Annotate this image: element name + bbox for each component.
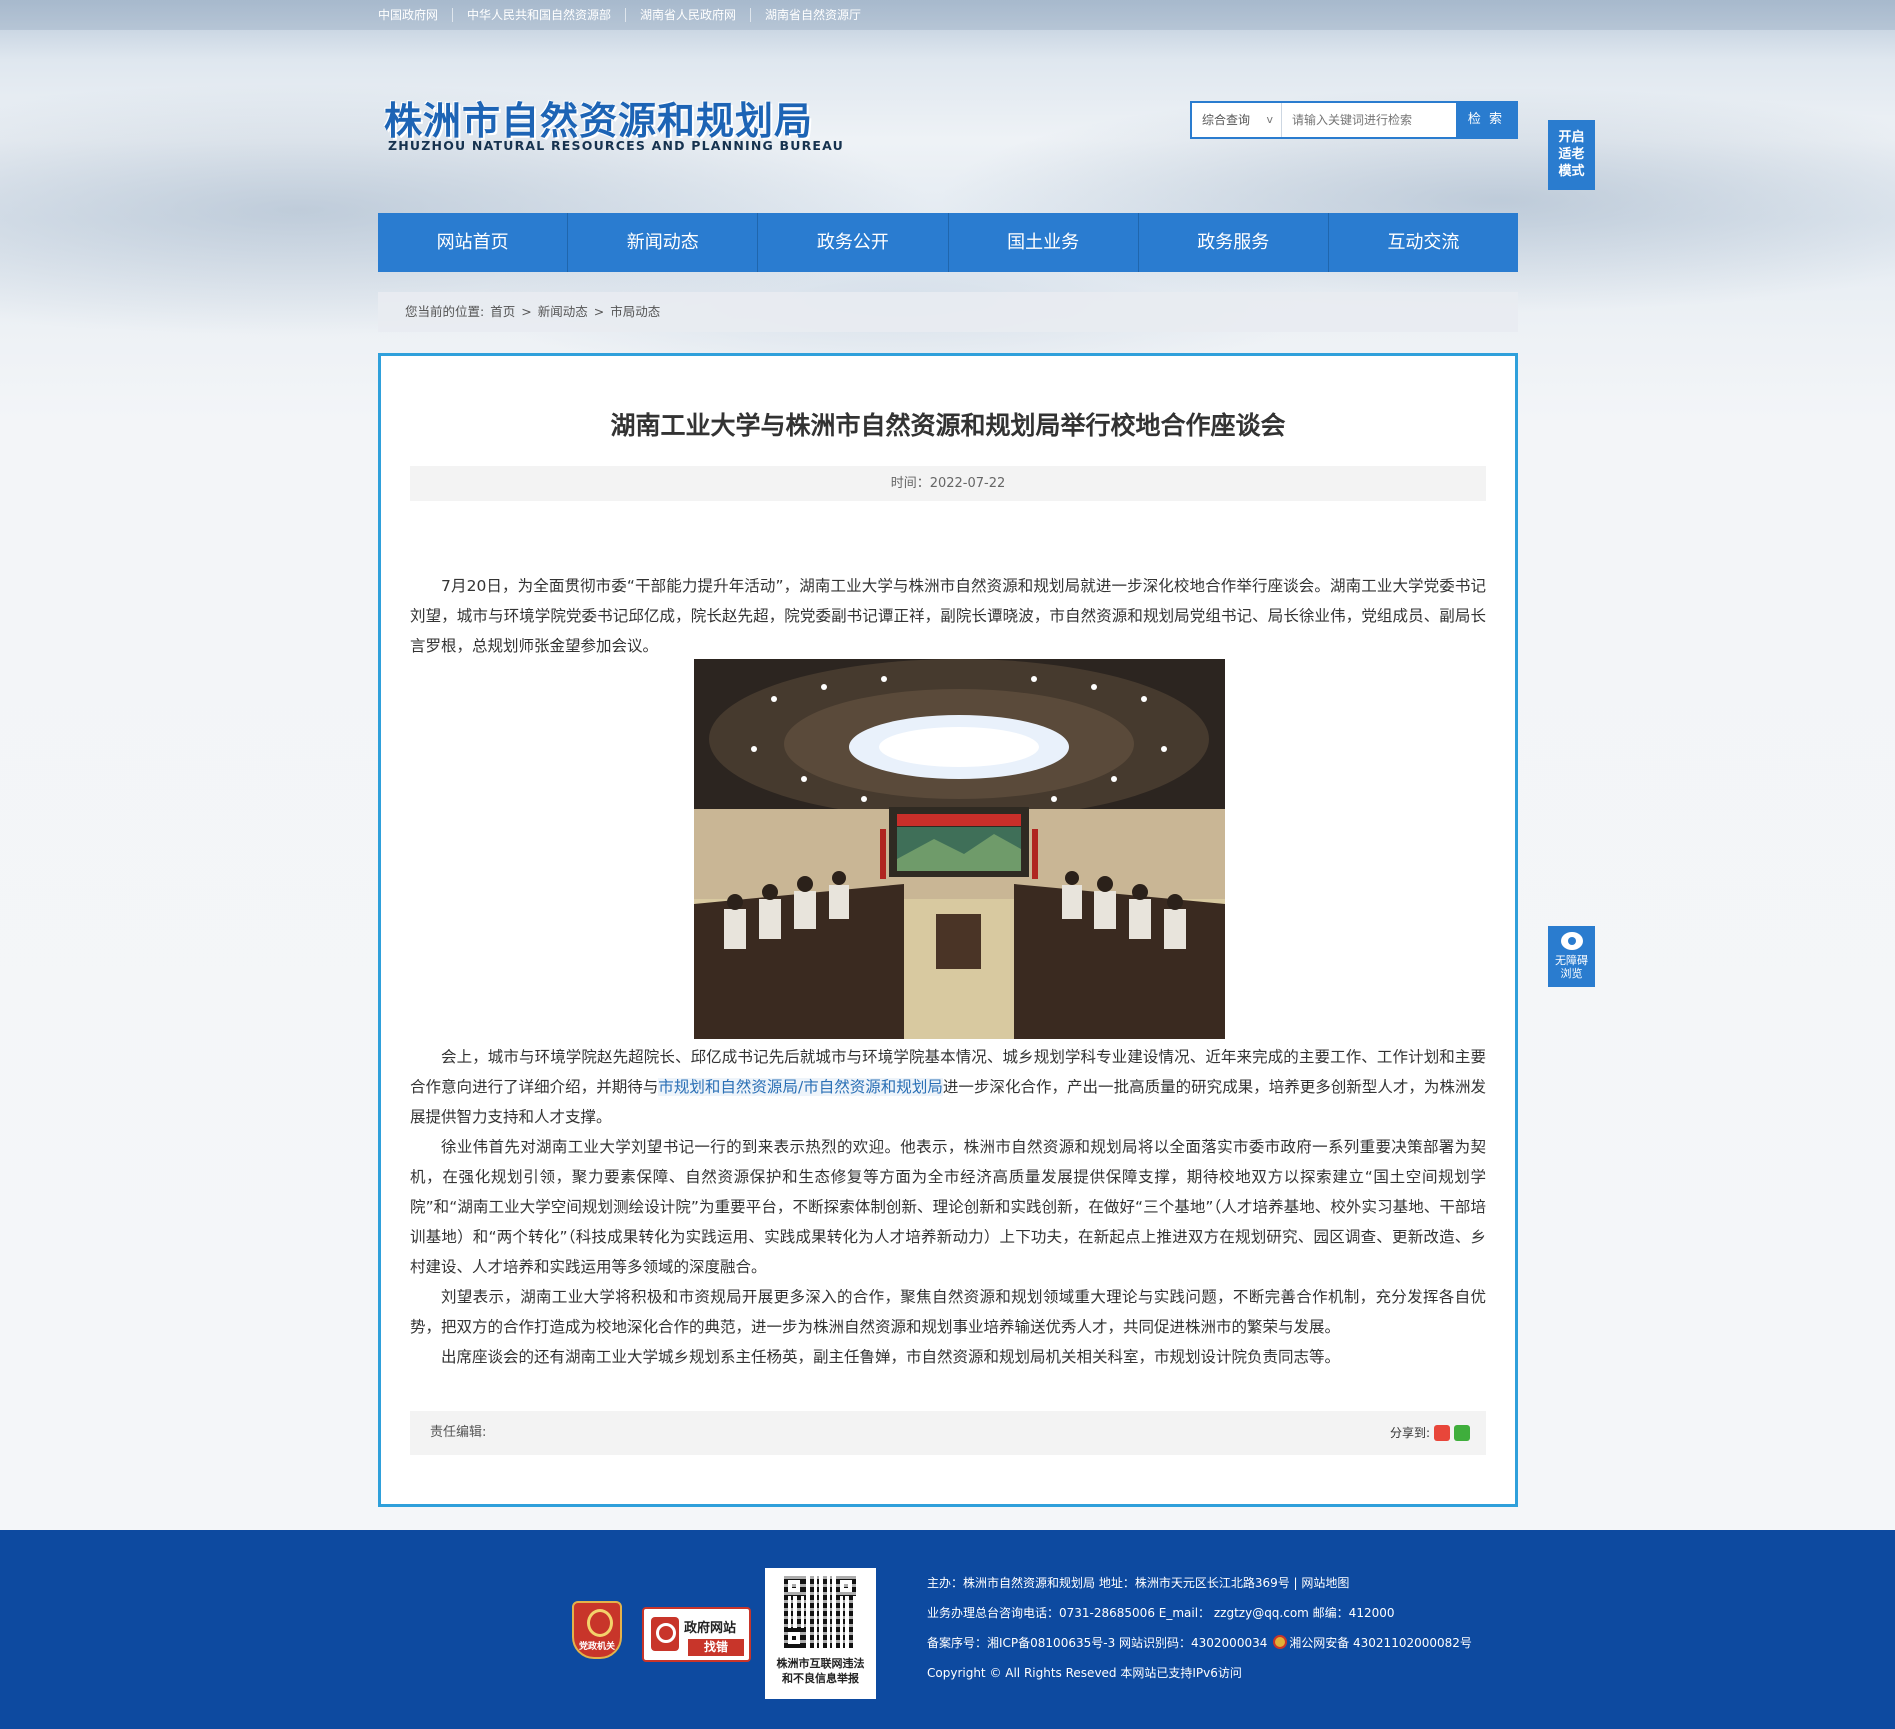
top-link-bar	[0, 0, 1895, 30]
article-paragraph-3: 徐业伟首先对湖南工业大学刘望书记一行的到来表示热烈的欢迎。他表示，株洲市自然资源…	[410, 1138, 1486, 1276]
breadcrumb-sep: >	[593, 304, 605, 319]
police-record[interactable]: 湘公网安备 43021102000082号	[1289, 1636, 1472, 1650]
nav-gov-affairs[interactable]: 政务公开	[758, 213, 949, 272]
breadcrumb-home[interactable]: 首页	[490, 292, 515, 332]
footer-line-copyright: Copyright © All Rights Reseved 本网站已支持IPv…	[927, 1666, 1242, 1680]
related-org-link[interactable]: 市规划和自然资源局/市自然资源和规划局	[658, 1078, 943, 1096]
gov-site-error-badge[interactable]: 政府网站 找错	[642, 1607, 751, 1662]
search-scope-value: 综合查询	[1202, 113, 1251, 127]
article-paragraph-4: 刘望表示，湖南工业大学将积极和市资规局开展更多深入的合作，聚焦自然资源和规划领域…	[410, 1288, 1486, 1336]
meeting-photo	[694, 659, 1225, 1039]
top-link-hunan-dnr[interactable]: 湖南省自然资源厅	[750, 8, 875, 22]
breadcrumb-city-news[interactable]: 市局动态	[610, 292, 660, 332]
nav-interaction[interactable]: 互动交流	[1329, 213, 1518, 272]
footer-line-contact: 业务办理总台咨询电话：0731-28685006 E_mail： zzgtzy@…	[927, 1606, 1395, 1620]
top-links: 中国政府网 中华人民共和国自然资源部 湖南省人民政府网 湖南省自然资源厅	[378, 8, 875, 22]
top-link-gov[interactable]: 中国政府网	[378, 8, 452, 22]
elder-mode-label-1: 开启	[1558, 130, 1585, 145]
site-logo-subtitle: ZHUZHOU NATURAL RESOURCES AND PLANNING B…	[388, 138, 845, 153]
emblem-label: 党政机关	[578, 1642, 615, 1652]
search-box: 综合查询 v 检 索	[1190, 101, 1518, 139]
report-qr-card[interactable]: 株洲市互联网违法 和不良信息举报	[765, 1568, 876, 1699]
nav-home[interactable]: 网站首页	[378, 213, 569, 272]
article-footer-bar: 责任编辑: 分享到:	[410, 1411, 1486, 1455]
eye-icon	[1560, 932, 1583, 950]
accessibility-button[interactable]: 无障碍 浏览	[1548, 926, 1595, 987]
article-date: 时间：2022-07-22	[410, 466, 1486, 501]
accessibility-label-1: 无障碍	[1555, 954, 1588, 967]
qr-corner	[784, 1628, 804, 1648]
share-label: 分享到:	[1389, 1426, 1430, 1440]
footer-line-record: 备案序号：湘ICP备08100635号-3 网站识别码：4302000034 湘…	[927, 1628, 1472, 1658]
elder-mode-button[interactable]: 开启 适老 模式	[1548, 120, 1595, 190]
article-panel: 湖南工业大学与株洲市自然资源和规划局举行校地合作座谈会 时间：2022-07-2…	[378, 353, 1518, 1507]
wechat-icon[interactable]	[1454, 1425, 1470, 1441]
article-title: 湖南工业大学与株洲市自然资源和规划局举行校地合作座谈会	[610, 411, 1286, 440]
elder-mode-label-3: 模式	[1558, 164, 1585, 179]
qr-caption: 株洲市互联网违法 和不良信息举报	[765, 1656, 876, 1686]
party-gov-emblem-icon[interactable]: 党政机关	[572, 1601, 622, 1659]
search-input[interactable]	[1282, 103, 1456, 137]
top-link-hunan-gov[interactable]: 湖南省人民政府网	[625, 8, 750, 22]
weibo-icon[interactable]	[1434, 1425, 1450, 1441]
nav-news[interactable]: 新闻动态	[568, 213, 759, 272]
breadcrumb-label: 您当前的位置:	[405, 304, 485, 319]
site-logo-title[interactable]: 株洲市自然资源和规划局	[384, 90, 813, 145]
footer-line-sponsor: 主办：株洲市自然资源和规划局 地址：株洲市天元区长江北路369号 | 网站地图	[927, 1576, 1350, 1590]
gov-badge-title: 政府网站	[684, 1621, 737, 1636]
responsible-editor: 责任编辑:	[430, 1425, 487, 1440]
article-paragraph-5: 出席座谈会的还有湖南工业大学城乡规划系主任杨英，副主任鲁婵，市自然资源和规划局机…	[441, 1348, 1341, 1366]
article-paragraph-2: 会上，城市与环境学院赵先超院长、邱亿成书记先后就城市与环境学院基本情况、城乡规划…	[410, 1042, 1486, 1132]
qr-caption-line-2: 和不良信息举报	[782, 1672, 859, 1685]
nav-land-business[interactable]: 国土业务	[949, 213, 1139, 272]
nav-gov-services[interactable]: 政务服务	[1139, 213, 1329, 272]
breadcrumb: 您当前的位置: 首页 > 新闻动态 > 市局动态	[378, 292, 1518, 332]
breadcrumb-news[interactable]: 新闻动态	[538, 292, 588, 332]
article-paragraph-1: 7月20日，为全面贯彻市委“干部能力提升年活动”，湖南工业大学与株洲市自然资源和…	[410, 577, 1486, 655]
footer-info: 主办：株洲市自然资源和规划局 地址：株洲市天元区长江北路369号 | 网站地图 …	[927, 1568, 1472, 1688]
breadcrumb-sep: >	[521, 304, 532, 319]
main-nav: 网站首页 新闻动态 政务公开 国土业务 政务服务 互动交流	[378, 213, 1518, 272]
police-badge-icon	[1273, 1635, 1288, 1649]
qr-caption-line-1: 株洲市互联网违法	[776, 1657, 865, 1670]
chevron-down-icon: v	[1266, 113, 1273, 126]
qr-corner	[836, 1576, 856, 1596]
icp-record[interactable]: 备案序号：湘ICP备08100635号-3 网站识别码：4302000034	[927, 1636, 1267, 1650]
elder-mode-label-2: 适老	[1558, 147, 1585, 162]
qr-code-icon	[784, 1576, 856, 1648]
gov-badge-action: 找错	[688, 1639, 744, 1656]
meeting-photo-svg	[694, 659, 1225, 1039]
search-button[interactable]: 检 索	[1456, 103, 1516, 137]
search-scope-select[interactable]: 综合查询 v	[1192, 103, 1282, 137]
top-link-mnr[interactable]: 中华人民共和国自然资源部	[452, 8, 625, 22]
qr-corner	[784, 1576, 804, 1596]
accessibility-label-2: 浏览	[1560, 967, 1583, 980]
magnifier-icon	[651, 1617, 679, 1651]
